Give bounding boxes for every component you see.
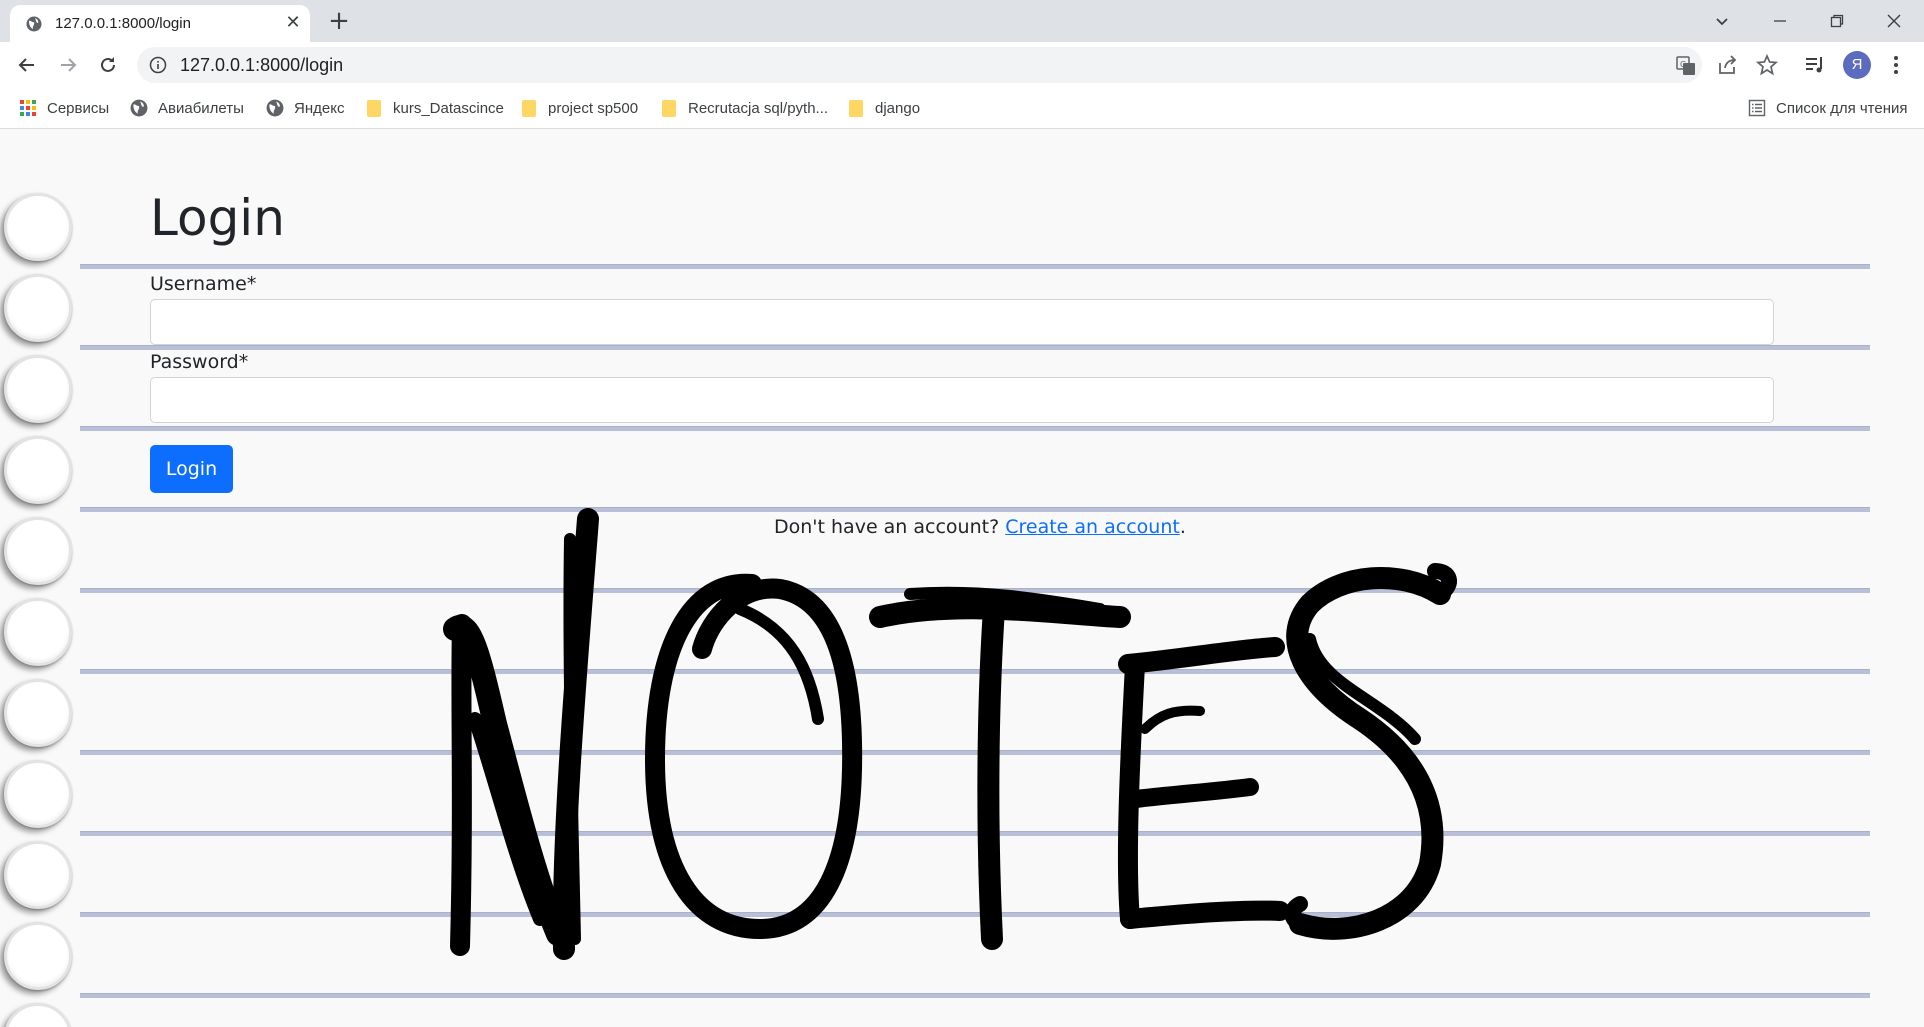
- binder-ring: [4, 1003, 72, 1027]
- globe-icon: [26, 16, 42, 32]
- bookmark-yandex[interactable]: Яндекс: [266, 97, 344, 119]
- notebook-page: Login Username* Password* Login Don't ha…: [0, 129, 1924, 1027]
- binder-ring: [4, 598, 72, 666]
- ruled-line: [80, 345, 1870, 350]
- username-label: Username*: [150, 273, 257, 295]
- minimize-icon[interactable]: [1765, 6, 1795, 36]
- menu-kebab-icon[interactable]: [1884, 53, 1908, 77]
- svg-text:G: G: [1680, 60, 1686, 69]
- binder-ring: [4, 679, 72, 747]
- bookmark-label: project sp500: [548, 99, 639, 117]
- bookmark-label: kurs_Datascince: [393, 99, 504, 117]
- folder-icon: [662, 99, 676, 117]
- reading-list-icon[interactable]: [1803, 53, 1827, 77]
- binder-ring: [4, 922, 72, 990]
- profile-avatar[interactable]: Я: [1843, 51, 1871, 79]
- binder-ring: [4, 517, 72, 585]
- folder-icon: [522, 99, 536, 117]
- notes-handwritten-art: [443, 508, 1457, 960]
- apps-grid-icon: [20, 100, 36, 116]
- address-bar[interactable]: 127.0.0.1:8000/login G: [137, 47, 1702, 83]
- password-label: Password*: [150, 351, 249, 373]
- bookmark-label: Авиабилеты: [158, 99, 244, 117]
- login-button[interactable]: Login: [150, 445, 233, 493]
- tab-title: 127.0.0.1:8000/login: [55, 15, 191, 32]
- bookmark-label: Recrutacja sql/pyth...: [688, 99, 829, 117]
- globe-icon: [130, 99, 148, 117]
- bookmark-label: Сервисы: [47, 99, 110, 117]
- reload-button[interactable]: [93, 50, 123, 80]
- bookmark-label: Яндекс: [294, 99, 345, 117]
- signup-prefix: Don't have an account?: [774, 516, 1006, 538]
- translate-icon[interactable]: G: [1675, 55, 1697, 77]
- bookmark-aviabilety[interactable]: Авиабилеты: [130, 97, 244, 119]
- browser-tab[interactable]: 127.0.0.1:8000/login ✕: [10, 5, 310, 42]
- password-field[interactable]: [150, 377, 1774, 423]
- folder-icon: [367, 99, 381, 117]
- ruled-line: [80, 264, 1870, 269]
- close-tab-icon[interactable]: ✕: [284, 14, 302, 32]
- bookmark-label: django: [875, 99, 921, 117]
- bookmarks-bar: Сервисы Авиабилеты Яндекс kurs_Datascinc…: [0, 88, 1924, 129]
- browser-toolbar: 127.0.0.1:8000/login G Я: [0, 42, 1924, 88]
- reading-list-icon: [1748, 99, 1766, 117]
- tab-strip: 127.0.0.1:8000/login ✕ +: [0, 0, 1924, 42]
- binder-ring: [4, 841, 72, 909]
- signup-suffix: .: [1179, 516, 1186, 538]
- url-text: 127.0.0.1:8000/login: [180, 55, 344, 75]
- bookmark-services[interactable]: Сервисы: [19, 97, 109, 119]
- ruled-line: [80, 993, 1870, 998]
- back-button[interactable]: [12, 50, 42, 80]
- page-title: Login: [150, 189, 285, 247]
- reading-list-label: Список для чтения: [1776, 99, 1908, 117]
- forward-button[interactable]: [53, 50, 83, 80]
- binder-ring: [4, 274, 72, 342]
- info-icon[interactable]: [149, 56, 167, 74]
- signup-prompt: Don't have an account? Create an account…: [774, 516, 1186, 538]
- binder-ring: [4, 193, 72, 261]
- ruled-line: [80, 426, 1870, 431]
- bookmark-folder-kurs[interactable]: kurs_Datascince: [367, 97, 504, 119]
- binder-ring: [4, 436, 72, 504]
- close-window-icon[interactable]: [1879, 6, 1909, 36]
- binder-ring: [4, 760, 72, 828]
- new-tab-button[interactable]: +: [326, 8, 352, 34]
- tab-search-icon[interactable]: [1707, 6, 1737, 36]
- folder-icon: [849, 99, 863, 117]
- bookmark-folder-recrutacja[interactable]: Recrutacja sql/pyth...: [662, 97, 828, 119]
- globe-icon: [266, 99, 284, 117]
- bookmark-folder-sp500[interactable]: project sp500: [522, 97, 638, 119]
- bookmark-star-icon[interactable]: [1755, 53, 1779, 77]
- binder-ring: [4, 355, 72, 423]
- restore-icon[interactable]: [1822, 6, 1852, 36]
- bookmark-folder-django[interactable]: django: [849, 97, 920, 119]
- create-account-link[interactable]: Create an account: [1005, 516, 1180, 538]
- username-field[interactable]: [150, 299, 1774, 345]
- reading-list-button[interactable]: Список для чтения: [1748, 97, 1908, 119]
- share-icon[interactable]: [1716, 53, 1740, 77]
